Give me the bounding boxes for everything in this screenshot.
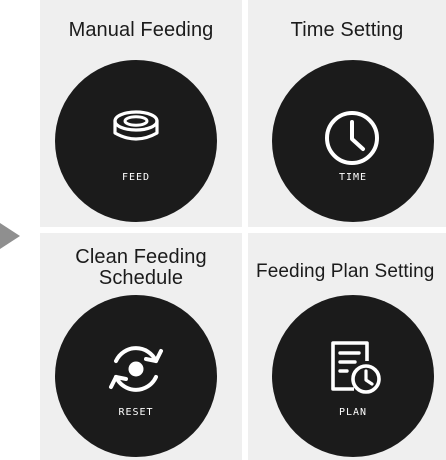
time-setting-title: Time Setting	[290, 19, 404, 41]
clean-feeding-schedule-panel: Clean Feeding Schedule RESET	[40, 233, 242, 460]
feed-label: FEED	[121, 172, 151, 183]
pointer-arrow-icon	[0, 223, 20, 249]
plan-label: PLAN	[338, 407, 368, 418]
manual-feeding-panel: Manual Feeding FEED	[40, 0, 242, 227]
clock-icon	[325, 111, 379, 165]
plan-schedule-icon	[331, 341, 381, 394]
manual-feeding-title: Manual Feeding	[68, 19, 214, 41]
time-setting-panel: Time Setting TIME	[248, 0, 446, 227]
reset-button[interactable]: RESET	[55, 295, 217, 457]
feeder-control-guide: Manual Feeding FEED Time Setting TIME Cl…	[0, 0, 446, 460]
feed-button[interactable]: FEED	[55, 60, 217, 222]
reset-label: RESET	[118, 407, 154, 418]
reset-icon	[109, 346, 163, 392]
time-label: TIME	[338, 172, 368, 183]
clean-feeding-schedule-title: Clean Feeding Schedule	[75, 246, 207, 289]
bowl-icon	[113, 110, 159, 141]
feeding-plan-setting-panel: Feeding Plan Setting PLAN	[248, 233, 446, 460]
feeding-plan-setting-title: Feeding Plan Setting	[256, 261, 435, 282]
time-button[interactable]: TIME	[272, 60, 434, 222]
plan-button[interactable]: PLAN	[272, 295, 434, 457]
